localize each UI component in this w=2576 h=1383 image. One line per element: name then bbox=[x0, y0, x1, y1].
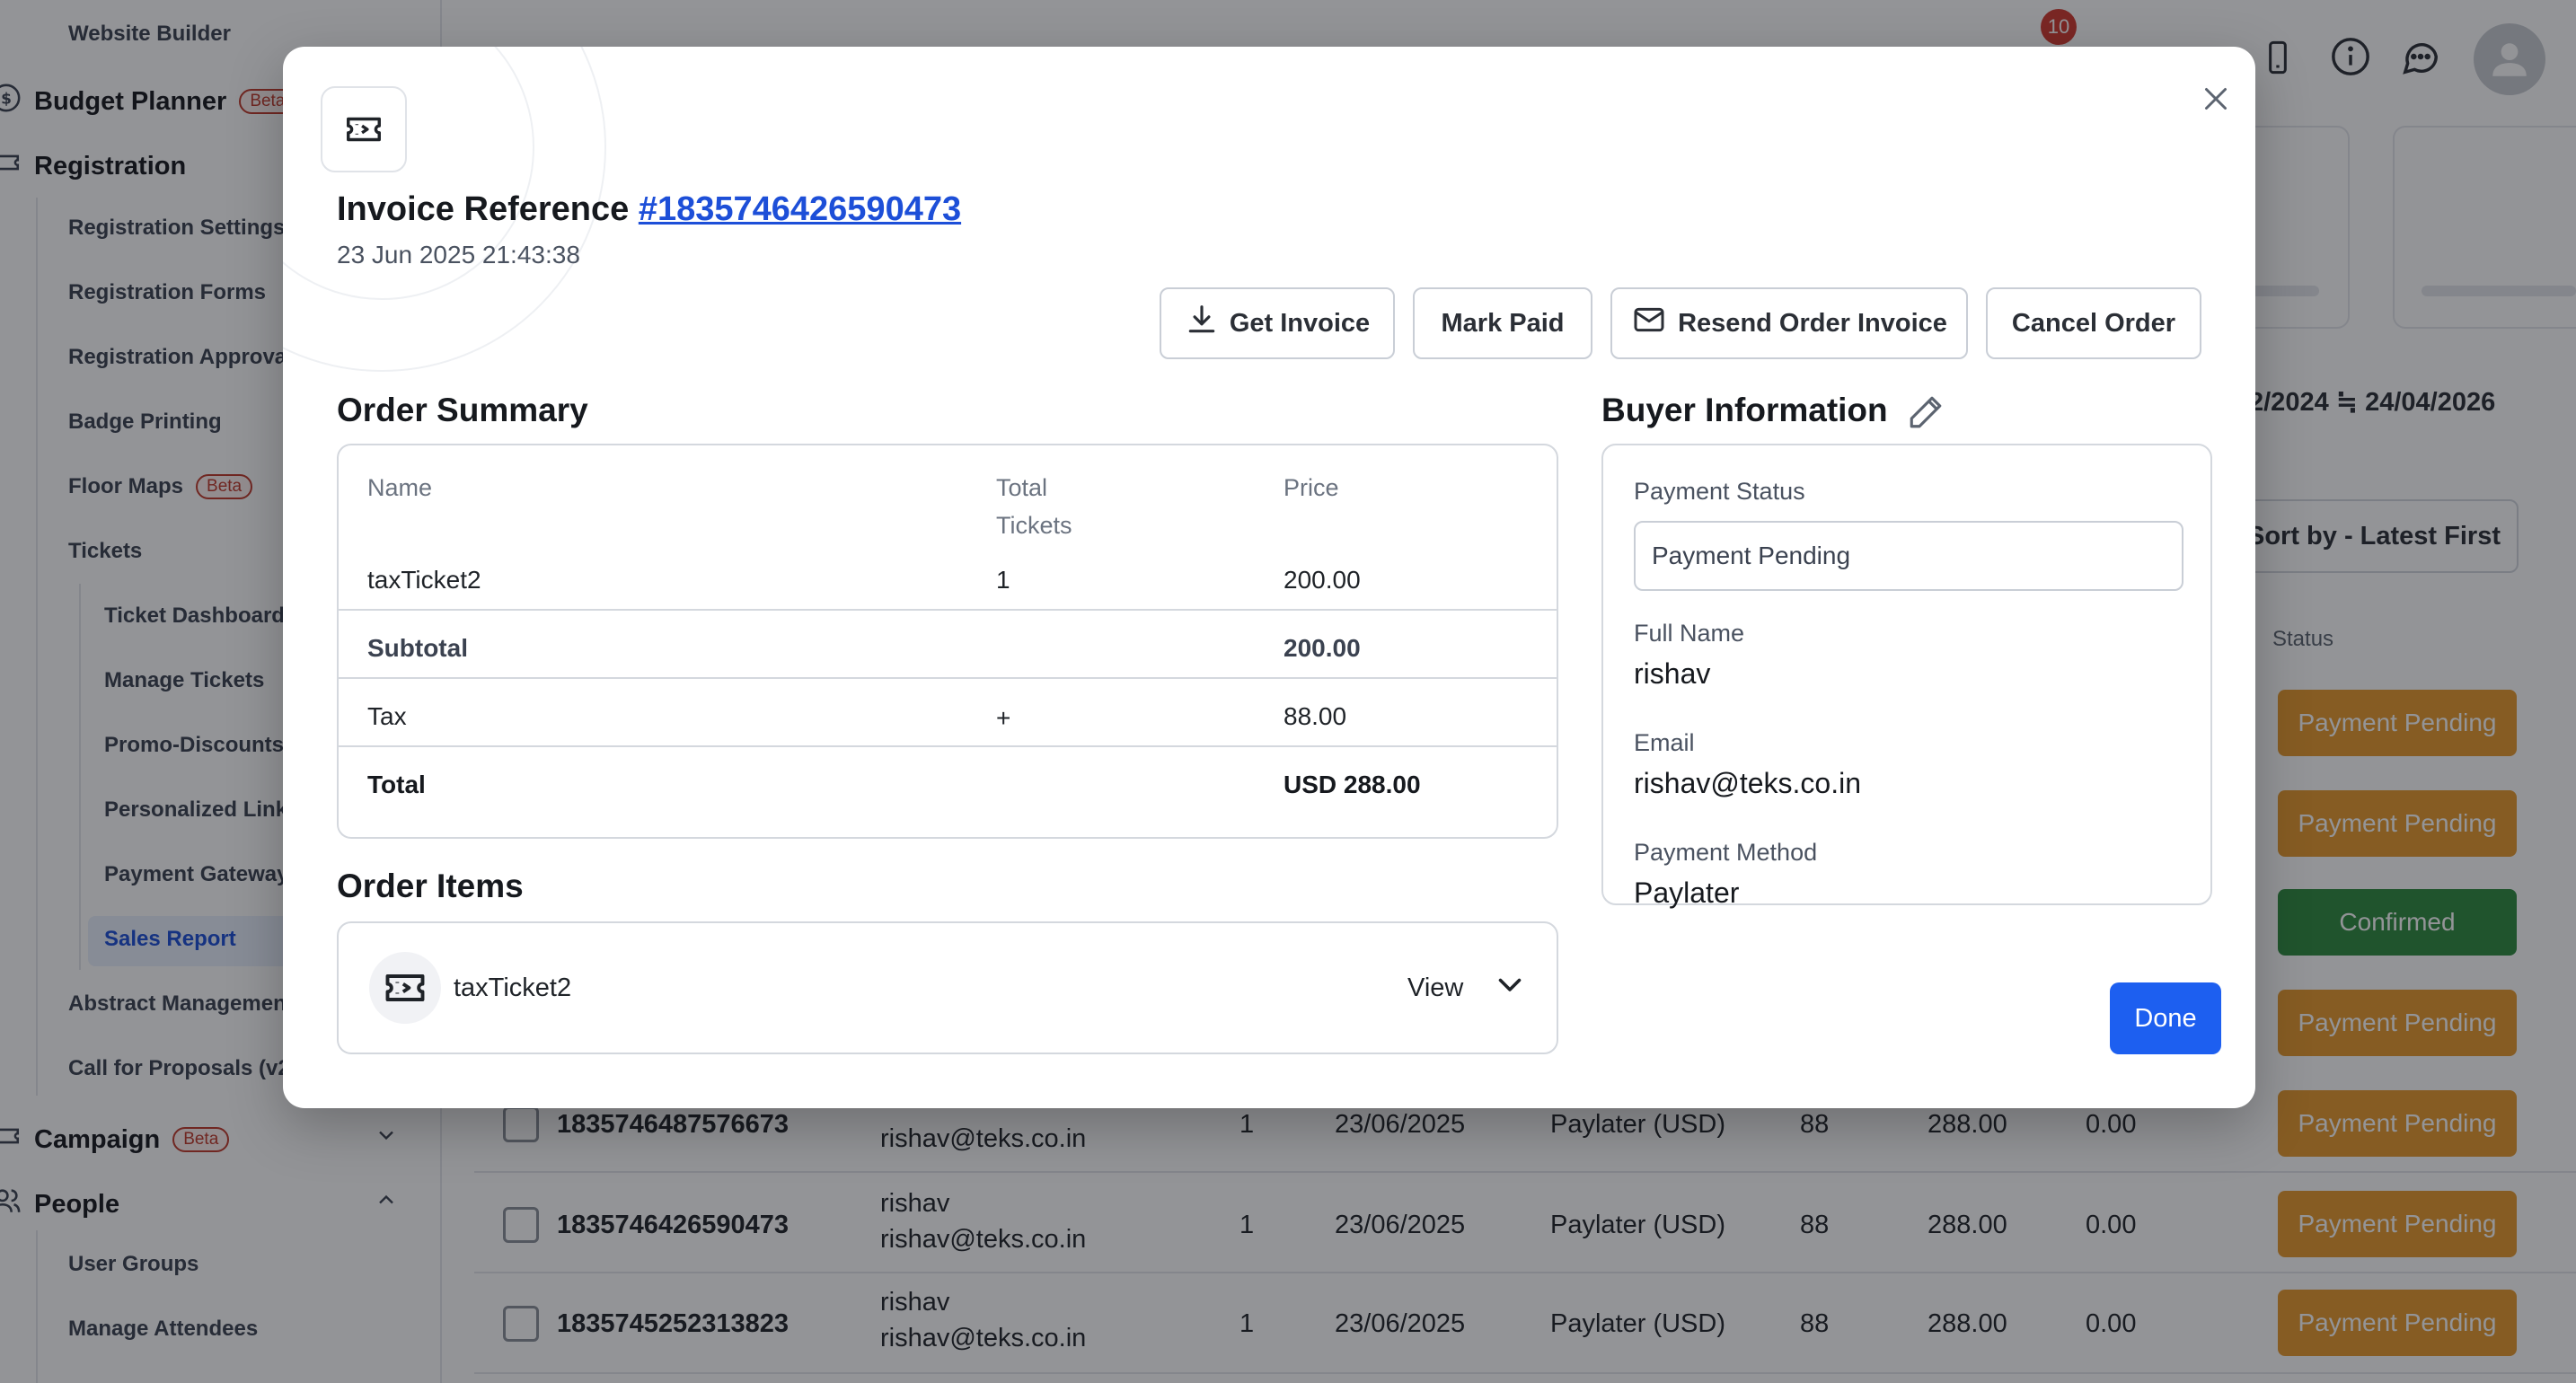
invoice-reference-link[interactable]: #1835746426590473 bbox=[639, 190, 961, 228]
order-items-title: Order Items bbox=[337, 868, 524, 904]
chevron-down-icon bbox=[1463, 968, 1526, 1008]
order-summary-title: Order Summary bbox=[337, 392, 588, 428]
payment-status-label: Payment Status bbox=[1634, 478, 1805, 505]
button-label: Cancel Order bbox=[2011, 308, 2176, 338]
tax-label: Tax bbox=[367, 702, 407, 730]
button-label: Mark Paid bbox=[1441, 308, 1565, 338]
ticket-icon bbox=[321, 86, 407, 172]
close-icon bbox=[2200, 83, 2232, 119]
invoice-title-prefix: Invoice Reference bbox=[337, 190, 639, 228]
invoice-datetime: 23 Jun 2025 21:43:38 bbox=[337, 241, 580, 269]
invoice-modal: Invoice Reference #1835746426590473 23 J… bbox=[283, 47, 2255, 1108]
order-item-row[interactable]: taxTicket2 View bbox=[337, 921, 1558, 1054]
download-icon bbox=[1185, 303, 1230, 344]
button-label: Get Invoice bbox=[1229, 308, 1371, 338]
total-value: USD 288.00 bbox=[1284, 771, 1421, 798]
full-name-value: rishav bbox=[1634, 657, 1711, 690]
subtotal-value: 200.00 bbox=[1284, 634, 1361, 662]
mark-paid-button[interactable]: Mark Paid bbox=[1413, 287, 1592, 359]
done-button[interactable]: Done bbox=[2110, 982, 2221, 1054]
view-item-toggle[interactable]: View bbox=[1407, 959, 1526, 1017]
resend-order-invoice-button[interactable]: Resend Order Invoice bbox=[1610, 287, 1968, 359]
tax-value: 88.00 bbox=[1284, 702, 1347, 730]
order-item-name: taxTicket2 bbox=[454, 973, 572, 1002]
get-invoice-button[interactable]: Get Invoice bbox=[1160, 287, 1395, 359]
payment-status-field[interactable] bbox=[1634, 521, 2183, 591]
close-button[interactable] bbox=[2187, 72, 2245, 129]
column-header-name: Name bbox=[367, 474, 433, 501]
ticket-icon bbox=[369, 952, 441, 1024]
line-item-qty: 1 bbox=[996, 566, 1010, 594]
pencil-icon[interactable] bbox=[1907, 393, 1946, 433]
full-name-label: Full Name bbox=[1634, 620, 1745, 647]
button-label: Resend Order Invoice bbox=[1678, 308, 1947, 338]
order-summary-table: Name Total Tickets Price taxTicket2 1 20… bbox=[337, 444, 1558, 839]
subtotal-label: Subtotal bbox=[367, 634, 468, 662]
column-header-total-tickets: Total Tickets bbox=[996, 474, 1072, 539]
email-value: rishav@teks.co.in bbox=[1634, 767, 1862, 799]
row-divider bbox=[339, 677, 1557, 679]
mail-icon bbox=[1631, 302, 1678, 345]
buyer-information-card: Payment Status Full Name rishav Email ri… bbox=[1601, 444, 2212, 909]
buyer-information-title: Buyer Information bbox=[1601, 392, 1888, 428]
row-divider bbox=[339, 609, 1557, 611]
cancel-order-button[interactable]: Cancel Order bbox=[1986, 287, 2201, 359]
total-label: Total bbox=[367, 771, 426, 798]
email-label: Email bbox=[1634, 729, 1695, 756]
tax-sign: + bbox=[996, 704, 1011, 732]
line-item-price: 200.00 bbox=[1284, 566, 1361, 594]
payment-method-value: Paylater bbox=[1634, 876, 1740, 909]
payment-method-label: Payment Method bbox=[1634, 839, 1818, 866]
invoice-title: Invoice Reference #1835746426590473 bbox=[337, 190, 961, 229]
row-divider bbox=[339, 745, 1557, 747]
column-header-price: Price bbox=[1284, 474, 1339, 501]
line-item-name: taxTicket2 bbox=[367, 566, 481, 594]
view-label: View bbox=[1407, 973, 1464, 1002]
